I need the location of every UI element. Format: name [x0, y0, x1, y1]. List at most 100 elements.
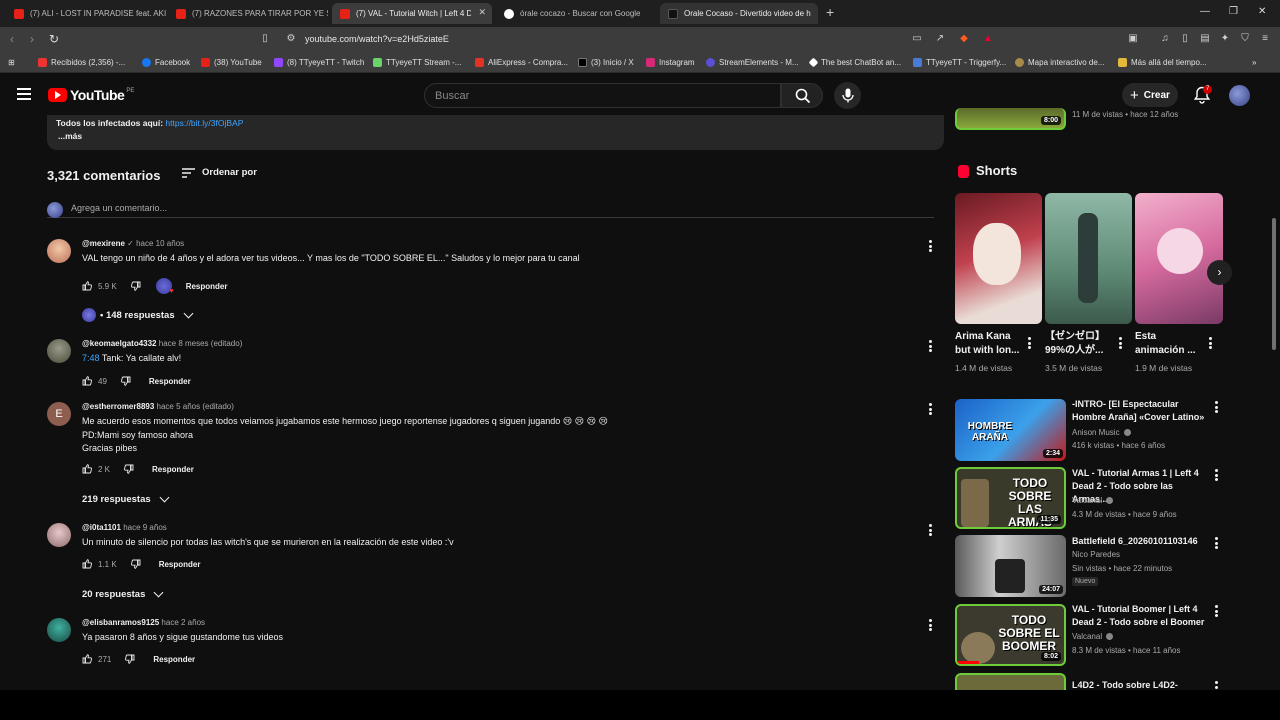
short-title[interactable]: Arima Kana but with lon...	[955, 330, 1027, 358]
vpn-icon[interactable]: ⛉	[1239, 33, 1251, 45]
view-replies-button[interactable]: • 148 respuestas	[82, 308, 194, 322]
related-video-thumbnail[interactable]: HOMBRE ARAÑA 2:34	[955, 399, 1066, 461]
dislike-icon[interactable]	[130, 281, 141, 291]
dislike-icon[interactable]	[124, 464, 134, 474]
browser-tab[interactable]: órale cocazo - Buscar con Google	[496, 3, 656, 24]
reply-button[interactable]: Responder	[186, 282, 228, 291]
media-icon[interactable]: ♫	[1159, 33, 1171, 45]
commenter-avatar[interactable]: E	[47, 402, 71, 426]
short-menu-icon[interactable]	[1209, 337, 1213, 349]
dislike-icon[interactable]	[120, 376, 131, 386]
browser-tab[interactable]: (7) ALI - LOST IN PARADISE feat. AKI	[6, 3, 166, 24]
related-video-thumbnail[interactable]: 8:00	[955, 108, 1066, 130]
comment-menu-icon[interactable]	[927, 403, 933, 415]
brave-shield-icon[interactable]: ◆	[958, 33, 970, 45]
video-menu-icon[interactable]	[1215, 537, 1219, 549]
comment-time[interactable]: hace 9 años	[123, 523, 167, 532]
commenter-avatar[interactable]	[47, 618, 71, 642]
short-thumbnail[interactable]	[1135, 193, 1223, 324]
view-replies-button[interactable]: 219 respuestas	[82, 492, 170, 505]
related-video-channel[interactable]: Valcanal	[1072, 632, 1114, 641]
video-menu-icon[interactable]	[1215, 469, 1219, 481]
reload-icon[interactable]: ↻	[49, 32, 59, 46]
menu-icon[interactable]: ≡	[1259, 33, 1271, 45]
bookmark-item[interactable]: Más allá del tiempo...	[1118, 58, 1207, 67]
like-icon[interactable]	[82, 654, 92, 664]
related-video-title[interactable]: -INTRO- [El Espectacular Hombre Araña] «…	[1072, 398, 1210, 424]
back-icon[interactable]: ‹	[10, 32, 14, 46]
bookmark-item[interactable]: TTyeyeTT - Triggerfy...	[913, 58, 1006, 67]
reply-button[interactable]: Responder	[153, 655, 195, 664]
short-thumbnail[interactable]	[1045, 193, 1132, 324]
view-replies-button[interactable]: 20 respuestas	[82, 587, 164, 600]
create-button[interactable]: + Crear	[1122, 83, 1178, 107]
url-field[interactable]: youtube.com/watch?v=e2Hd5ziateE	[305, 34, 449, 44]
reply-button[interactable]: Responder	[152, 465, 194, 474]
reply-button[interactable]: Responder	[159, 560, 201, 569]
description-link[interactable]: https://bit.ly/3fOjBAP	[165, 118, 243, 128]
bookmark-item[interactable]: (8) TTyeyeTT - Twitch	[274, 58, 364, 67]
minimize-icon[interactable]: —	[1200, 6, 1210, 17]
like-icon[interactable]	[82, 376, 92, 386]
new-tab-icon[interactable]: +	[826, 4, 834, 20]
comment-menu-icon[interactable]	[927, 240, 933, 252]
search-button[interactable]	[781, 83, 823, 108]
short-title[interactable]: Esta animación ...	[1135, 330, 1207, 358]
search-input[interactable]: Buscar	[424, 83, 781, 108]
comment-menu-icon[interactable]	[927, 619, 933, 631]
browser-tab[interactable]: Orale Cocaso - Divertido video de h	[660, 3, 818, 24]
video-menu-icon[interactable]	[1215, 401, 1219, 413]
maximize-icon[interactable]: ❐	[1229, 6, 1238, 17]
reply-button[interactable]: Responder	[149, 377, 191, 386]
short-menu-icon[interactable]	[1119, 337, 1123, 349]
sidebar-icon[interactable]: ▣	[1127, 33, 1139, 45]
comment-author[interactable]: @mexirene	[82, 239, 125, 248]
bookmark-item[interactable]: (3) Inicio / X	[578, 58, 634, 67]
short-menu-icon[interactable]	[1028, 337, 1032, 349]
related-video-thumbnail[interactable]: TODO SOBRE LAS ARMAS 11:35	[955, 467, 1066, 529]
share-icon[interactable]: ↗	[934, 33, 946, 45]
dislike-icon[interactable]	[125, 654, 135, 664]
bookmark-item[interactable]: AliExpress - Compra...	[475, 58, 568, 67]
bookmark-item[interactable]: Recibidos (2,356) -...	[38, 58, 125, 67]
comment-author[interactable]: @elisbanramos9125	[82, 618, 159, 627]
video-timestamp-link[interactable]: 7:48	[82, 353, 100, 363]
close-window-icon[interactable]: ✕	[1258, 6, 1266, 17]
comment-author[interactable]: @i0ta1101	[82, 523, 121, 532]
comment-author[interactable]: @keomaelgato4332	[82, 339, 157, 348]
account-avatar[interactable]	[1229, 85, 1250, 106]
related-video-channel[interactable]: Anison Music	[1072, 428, 1131, 437]
related-video-thumbnail[interactable]	[955, 673, 1066, 690]
shorts-next-icon[interactable]: ›	[1207, 260, 1232, 285]
add-comment-field[interactable]: Agrega un comentario...	[47, 200, 934, 218]
bookmark-item[interactable]: TTyeyeTT Stream -...	[373, 58, 461, 67]
video-menu-icon[interactable]	[1215, 605, 1219, 617]
bookmark-item[interactable]: (38) YouTube	[201, 58, 262, 67]
rewards-icon[interactable]: ▲	[982, 33, 994, 45]
related-video-channel[interactable]: Nico Paredes	[1072, 550, 1120, 559]
browser-tab-active[interactable]: (7) VAL - Tutorial Witch | Left 4 D ✕	[332, 3, 492, 24]
site-info-icon[interactable]: ⚙	[285, 33, 297, 45]
apps-icon[interactable]: ⊞	[8, 58, 15, 67]
sort-comments-button[interactable]: Ordenar por	[182, 167, 257, 178]
comment-time[interactable]: hace 10 años	[136, 239, 184, 248]
related-video-title[interactable]: Battlefield 6_20260101103146	[1072, 535, 1210, 548]
related-video-title[interactable]: VAL - Tutorial Boomer | Left 4 Dead 2 - …	[1072, 603, 1210, 629]
bookmark-item[interactable]: Facebook	[142, 58, 190, 67]
commenter-avatar[interactable]	[47, 239, 71, 263]
hamburger-menu-icon[interactable]	[17, 88, 31, 100]
dislike-icon[interactable]	[130, 559, 141, 569]
commenter-avatar[interactable]	[47, 339, 71, 363]
related-video-thumbnail[interactable]: 24:07	[955, 535, 1066, 597]
bookmark-item[interactable]: Mapa interactivo de...	[1015, 58, 1104, 67]
bookmark-icon[interactable]: ▯	[259, 33, 271, 45]
scrollbar-thumb[interactable]	[1272, 218, 1276, 350]
description-box[interactable]: Todos los infectados aquí: https://bit.l…	[47, 115, 944, 150]
close-tab-icon[interactable]: ✕	[478, 7, 486, 18]
related-video-channel[interactable]: Valcanal	[1072, 496, 1114, 505]
browser-tab[interactable]: (7) RAZONES PARA TIRAR POR YE SI	[168, 3, 328, 24]
reader-icon[interactable]: ▯	[1179, 33, 1191, 45]
comment-time[interactable]: hace 8 meses (editado)	[159, 339, 243, 348]
like-icon[interactable]	[82, 281, 92, 291]
short-thumbnail[interactable]	[955, 193, 1042, 324]
